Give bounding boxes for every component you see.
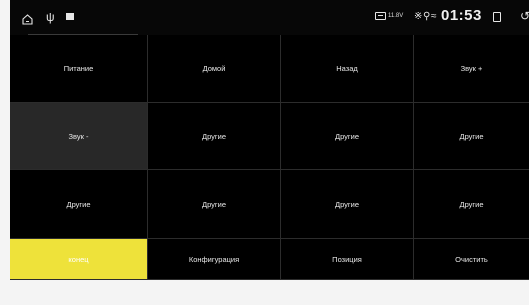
key-other[interactable]: Другие — [10, 170, 148, 239]
key-volume-down[interactable]: Звук - — [10, 103, 148, 170]
key-position[interactable]: Позиция — [281, 239, 414, 280]
key-grid: Питание Домой Назад Звук + Звук - Другие… — [10, 35, 529, 280]
battery-voltage: 11.8V — [388, 13, 404, 19]
key-home[interactable]: Домой — [148, 35, 281, 103]
battery-icon — [375, 12, 386, 20]
clock: 01:53 — [441, 7, 482, 24]
key-other[interactable]: Другие — [148, 103, 281, 170]
key-other[interactable]: Другие — [414, 103, 529, 170]
battery-status: 11.8V — [375, 12, 403, 20]
key-volume-up[interactable]: Звук + — [414, 35, 529, 103]
key-other[interactable]: Другие — [281, 103, 414, 170]
key-clear[interactable]: Очистить — [414, 239, 529, 280]
usb-icon: ψ — [46, 10, 55, 24]
key-other[interactable]: Другие — [148, 170, 281, 239]
key-power[interactable]: Питание — [10, 35, 148, 103]
key-back[interactable]: Назад — [281, 35, 414, 103]
key-other[interactable]: Другие — [414, 170, 529, 239]
wifi-icon: ≈ — [431, 11, 437, 22]
back-icon[interactable]: ↺ — [520, 10, 529, 22]
key-end[interactable]: конец — [10, 239, 148, 280]
status-bar: ψ 11.8V ※ ⚲ ≈ 01:53 ↺ — [10, 0, 529, 35]
location-icon: ⚲ — [423, 11, 431, 22]
recents-icon[interactable] — [493, 12, 501, 22]
bluetooth-icon: ※ — [414, 11, 423, 22]
key-other[interactable]: Другие — [281, 170, 414, 239]
notification-icon — [66, 13, 74, 20]
key-configuration[interactable]: Конфигурация — [148, 239, 281, 280]
home-icon[interactable] — [22, 12, 33, 30]
